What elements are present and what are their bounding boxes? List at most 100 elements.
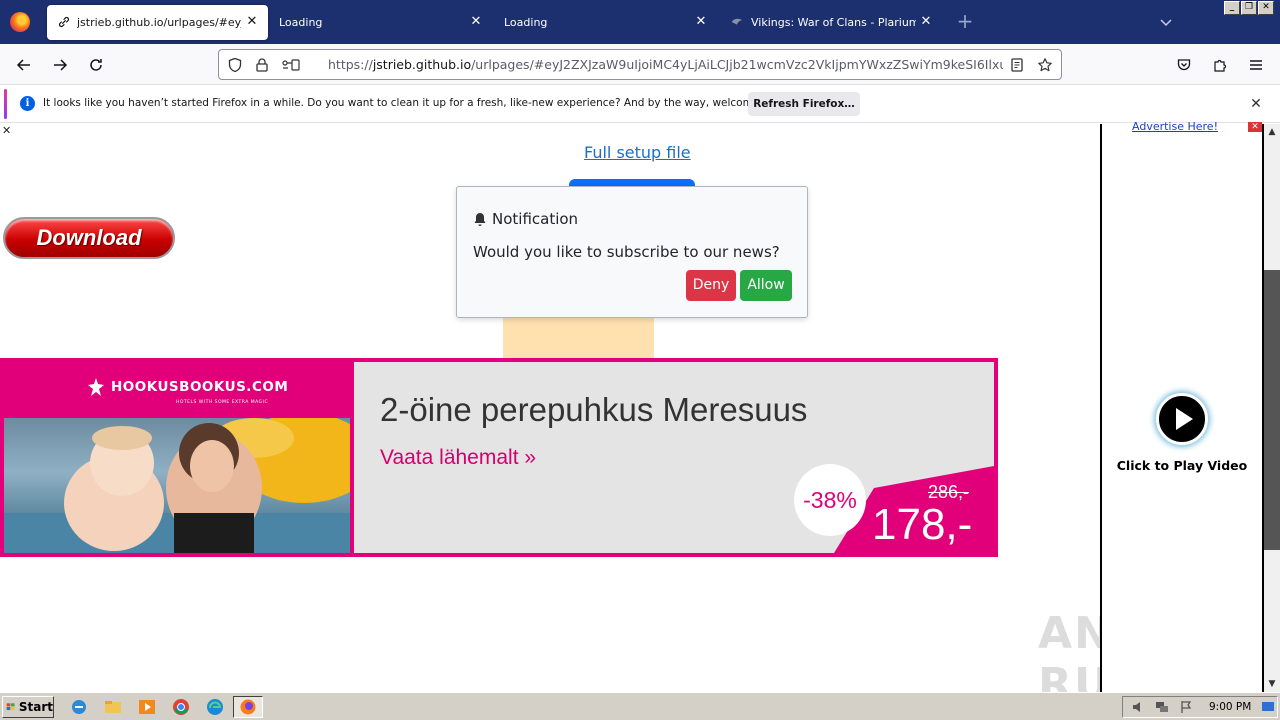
photo-illustration	[4, 418, 350, 553]
clock[interactable]: 9:00 PM	[1209, 701, 1251, 713]
url-path: /urlpages/#eyJ2ZXJzaW9uIjoiMC4yLjAiLCJjb…	[471, 57, 1003, 72]
media-player-icon[interactable]	[138, 698, 156, 716]
family-pool-photo	[4, 418, 350, 553]
close-tab-icon[interactable]: ✕	[693, 14, 709, 30]
pocket-button[interactable]	[1171, 52, 1197, 78]
advertise-here-link[interactable]: Advertise Here!	[1132, 120, 1218, 133]
play-video-button[interactable]	[1156, 393, 1208, 445]
info-icon: i	[20, 96, 35, 111]
deny-button[interactable]: Deny	[686, 270, 736, 301]
background-ad-fragment	[503, 316, 654, 358]
play-video-label: Click to Play Video	[1116, 458, 1248, 473]
lock-icon[interactable]	[254, 57, 270, 73]
scroll-up-arrow[interactable]: ▲	[1266, 126, 1278, 138]
download-label: Download	[36, 225, 142, 250]
reload-icon	[90, 59, 102, 71]
firefox-icon[interactable]	[10, 12, 30, 32]
volume-icon[interactable]	[1131, 700, 1145, 714]
url-text[interactable]: https://jstrieb.github.io/urlpages/#eyJ2…	[328, 57, 1003, 72]
brand-tagline: HOTELS WITH SOME EXTRA MAGIC	[176, 400, 269, 405]
refresh-firefox-infobar: i It looks like you haven’t started Fire…	[0, 85, 1280, 123]
play-icon	[1176, 408, 1193, 430]
tab-loading-1[interactable]: Loading ✕	[270, 5, 492, 40]
start-label: Start	[18, 700, 53, 714]
notification-message: Would you like to subscribe to our news?	[473, 243, 780, 261]
refresh-firefox-button[interactable]: Refresh Firefox…	[748, 92, 860, 116]
forward-button[interactable]	[47, 52, 73, 78]
tab-strip: jstrieb.github.io/urlpages/#eyJ2Z ✕ Load…	[0, 0, 1280, 44]
scroll-down-arrow[interactable]: ▼	[1266, 678, 1278, 690]
folder-icon[interactable]	[104, 698, 122, 716]
flag-icon[interactable]	[1179, 700, 1193, 714]
firefox-taskbar-button[interactable]	[233, 696, 263, 718]
tab-urlpages[interactable]: jstrieb.github.io/urlpages/#eyJ2Z ✕	[47, 5, 268, 40]
close-window-button[interactable]: ✕	[1258, 1, 1274, 15]
reload-button[interactable]	[83, 52, 109, 78]
ad-left-panel: HOOKUSBOOKUS.COM HOTELS WITH SOME EXTRA …	[4, 362, 350, 553]
network-icon[interactable]	[1155, 700, 1169, 714]
hotel-ad-banner[interactable]: HOOKUSBOOKUS.COM HOTELS WITH SOME EXTRA …	[0, 358, 998, 557]
download-button[interactable]: Download	[3, 217, 175, 259]
ad-right-panel: 2-öine perepuhkus Meresuus Vaata lähemal…	[354, 362, 994, 553]
ad-cta-link[interactable]: Vaata lähemalt »	[380, 446, 536, 470]
allow-button[interactable]: Allow	[740, 270, 792, 301]
url-bar[interactable]: https://jstrieb.github.io/urlpages/#eyJ2…	[218, 49, 1062, 80]
url-host: jstrieb.github.io	[372, 57, 472, 72]
close-tab-icon[interactable]: ✕	[918, 14, 934, 30]
infobar-message: It looks like you haven’t started Firefo…	[43, 97, 792, 109]
system-tray: 9:00 PM	[1122, 696, 1278, 718]
edge-icon[interactable]	[206, 698, 224, 716]
brand-name: HOOKUSBOOKUS.COM	[111, 379, 289, 395]
chevron-down-icon[interactable]	[1158, 14, 1174, 30]
navigation-bar: https://jstrieb.github.io/urlpages/#eyJ2…	[0, 44, 1280, 85]
url-scheme: https://	[328, 57, 373, 72]
star-icon[interactable]	[1037, 57, 1053, 73]
notification-dialog: Notification Would you like to subscribe…	[456, 186, 808, 318]
internet-explorer-icon[interactable]	[70, 698, 88, 716]
start-button[interactable]: Start	[2, 696, 54, 718]
tab-vikings[interactable]: Vikings: War of Clans - Plarium ✕	[720, 5, 942, 40]
screen: jstrieb.github.io/urlpages/#eyJ2Z ✕ Load…	[0, 0, 1280, 720]
firefox-icon	[240, 699, 256, 715]
close-icon[interactable]: ✕	[1248, 122, 1262, 132]
back-button[interactable]	[11, 52, 37, 78]
tab-loading-2[interactable]: Loading ✕	[495, 5, 717, 40]
page-content: ✕ Full setup file Download HOOKUSBOOKUS.…	[0, 124, 1264, 692]
notification-title: Notification	[473, 210, 578, 228]
minimize-button[interactable]: _	[1224, 1, 1240, 15]
plarium-icon	[731, 18, 743, 25]
tab-label: Vikings: War of Clans - Plarium	[751, 16, 916, 29]
hamburger-menu-icon	[1250, 60, 1262, 70]
close-ad-icon[interactable]: ✕	[2, 124, 11, 137]
shield-icon[interactable]	[227, 57, 243, 73]
reader-view-icon[interactable]	[1009, 57, 1025, 73]
bell-icon	[474, 212, 486, 226]
close-tab-icon[interactable]: ✕	[468, 14, 484, 30]
notification-title-text: Notification	[492, 210, 579, 228]
puzzle-icon	[1214, 59, 1227, 72]
menu-button[interactable]	[1243, 52, 1269, 78]
windows-logo-icon	[6, 703, 15, 711]
show-desktop-icon[interactable]	[1261, 700, 1275, 714]
chrome-icon[interactable]	[172, 698, 190, 716]
discount-badge: -38%	[794, 464, 866, 536]
infobar-accent	[4, 89, 7, 119]
arrow-right-icon	[54, 59, 68, 71]
side-video-ad[interactable]: Advertise Here! ✕ Click to Play Video	[1100, 120, 1264, 692]
close-icon[interactable]: ✕	[1248, 96, 1264, 112]
tab-label: jstrieb.github.io/urlpages/#eyJ2Z	[77, 16, 241, 29]
permissions-icon[interactable]	[281, 57, 301, 73]
scrollbar-thumb[interactable]	[1264, 270, 1280, 550]
full-setup-file-link[interactable]: Full setup file	[584, 143, 691, 162]
maximize-button[interactable]: ❐	[1241, 1, 1257, 15]
arrow-left-icon	[16, 59, 30, 71]
extensions-button[interactable]	[1207, 52, 1233, 78]
new-tab-icon[interactable]: +	[954, 11, 976, 33]
tab-label: Loading	[504, 16, 548, 29]
new-price: 178,-	[872, 500, 973, 549]
window-controls: _ ❐ ✕	[1224, 1, 1274, 15]
pocket-icon	[1177, 59, 1191, 71]
tab-label: Loading	[279, 16, 323, 29]
star-logo-icon	[88, 378, 104, 396]
close-tab-icon[interactable]: ✕	[244, 14, 260, 30]
